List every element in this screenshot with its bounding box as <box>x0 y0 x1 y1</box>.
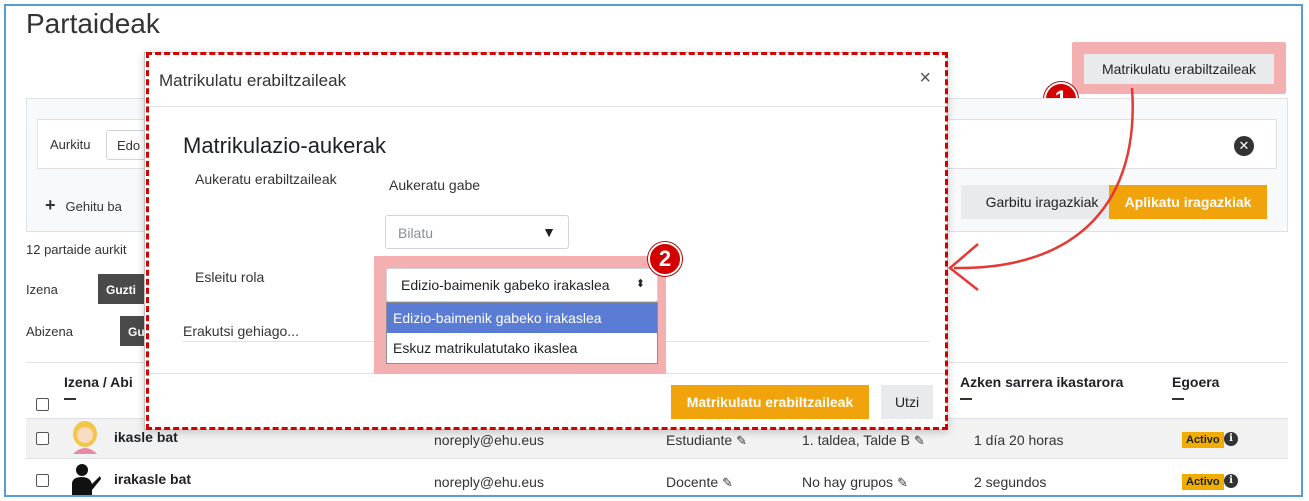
avatar <box>72 464 101 495</box>
clear-filters-button[interactable]: Garbitu iragazkiak <box>961 185 1123 219</box>
sort-dash-icon <box>960 398 972 400</box>
enrolment-options-title: Matrikulazio-aukerak <box>183 133 386 158</box>
info-icon[interactable]: i <box>1224 432 1238 446</box>
user-role[interactable]: Estudiante ✎ <box>666 432 747 449</box>
groups-label: 1. taldea, Talde B <box>802 432 910 448</box>
first-name-label: Izena <box>26 282 58 297</box>
status-badge: Activo <box>1182 474 1224 490</box>
status-column-header[interactable]: Egoera <box>1172 374 1219 390</box>
triangle-down-icon: ▼ <box>542 224 556 240</box>
enrol-button-highlight: Matrikulatu erabiltzaileak <box>1072 42 1286 94</box>
row-checkbox[interactable] <box>36 432 49 445</box>
select-users-label: Aukeratu erabiltzaileak <box>195 171 337 187</box>
role-label: Docente <box>666 474 719 490</box>
last-access-column-header[interactable]: Azken sarrera ikastarora <box>960 374 1123 390</box>
row-divider <box>26 458 1288 459</box>
role-select[interactable]: Edizio-baimenik gabeko irakaslea ⬍ <box>386 268 658 302</box>
add-condition-label: Gehitu ba <box>65 199 122 214</box>
sort-dash-icon <box>64 398 76 400</box>
user-email: noreply@ehu.eus <box>434 432 544 448</box>
no-selection-text: Aukeratu gabe <box>389 177 481 193</box>
pencil-icon[interactable]: ✎ <box>897 475 908 490</box>
user-groups[interactable]: No hay grupos ✎ <box>802 474 908 491</box>
status-badge: Activo <box>1182 432 1224 448</box>
last-name-label: Abizena <box>26 324 73 339</box>
user-email: noreply@ehu.eus <box>434 474 544 490</box>
name-column-header[interactable]: Izena / Abi <box>64 374 133 390</box>
plus-icon: + <box>45 195 56 215</box>
browser-frame: Partaideak Matrikulatu erabiltzaileak 1 … <box>4 4 1303 497</box>
pencil-icon[interactable]: ✎ <box>914 433 925 448</box>
add-condition-link[interactable]: + Gehitu ba <box>45 195 122 216</box>
remove-filter-icon[interactable]: ✕ <box>1234 136 1254 156</box>
page-title: Partaideak <box>26 8 160 39</box>
sort-dash-icon <box>1172 398 1184 400</box>
annotation-badge-2: 2 <box>648 242 682 276</box>
participants-count: 12 partaide aurkit <box>26 242 127 257</box>
user-groups[interactable]: 1. taldea, Talde B ✎ <box>802 432 925 449</box>
show-more-link[interactable]: Erakutsi gehiago... <box>183 323 299 339</box>
search-placeholder: Bilatu <box>398 225 434 241</box>
pencil-icon[interactable]: ✎ <box>722 475 733 490</box>
select-all-checkbox[interactable] <box>36 398 49 411</box>
role-selected-value: Edizio-baimenik gabeko irakaslea <box>401 277 610 293</box>
role-option[interactable]: Eskuz matrikulatutako ikaslea <box>387 333 657 363</box>
up-down-caret-icon: ⬍ <box>635 278 645 290</box>
user-role[interactable]: Docente ✎ <box>666 474 733 491</box>
role-option[interactable]: Edizio-baimenik gabeko irakaslea <box>387 303 657 333</box>
user-search-select[interactable]: Bilatu ▼ <box>385 215 569 249</box>
groups-label: No hay grupos <box>802 474 894 490</box>
role-label: Estudiante <box>666 432 733 448</box>
pencil-icon[interactable]: ✎ <box>736 433 747 448</box>
user-last-access: 2 segundos <box>974 474 1047 490</box>
user-last-access: 1 día 20 horas <box>974 432 1064 448</box>
assign-role-label: Esleitu rola <box>195 269 265 285</box>
user-name-link[interactable]: irakasle bat <box>114 471 191 487</box>
user-name-link[interactable]: ikasle bat <box>114 429 178 445</box>
close-icon[interactable]: × <box>919 67 931 90</box>
info-icon[interactable]: i <box>1224 474 1238 488</box>
modal-title: Matrikulatu erabiltzaileak <box>159 71 347 90</box>
apply-filters-button[interactable]: Aplikatu iragazkiak <box>1109 185 1267 219</box>
enrol-users-submit-button[interactable]: Matrikulatu erabiltzaileak <box>671 385 869 419</box>
avatar <box>73 421 97 454</box>
modal-header: Matrikulatu erabiltzaileak × <box>145 53 947 107</box>
enrol-users-button[interactable]: Matrikulatu erabiltzaileak <box>1084 54 1274 84</box>
role-dropdown-list: Edizio-baimenik gabeko irakaslea Eskuz m… <box>386 302 658 364</box>
find-label: Aurkitu <box>50 137 91 152</box>
cancel-button[interactable]: Utzi <box>881 385 933 419</box>
row-checkbox[interactable] <box>36 474 49 487</box>
